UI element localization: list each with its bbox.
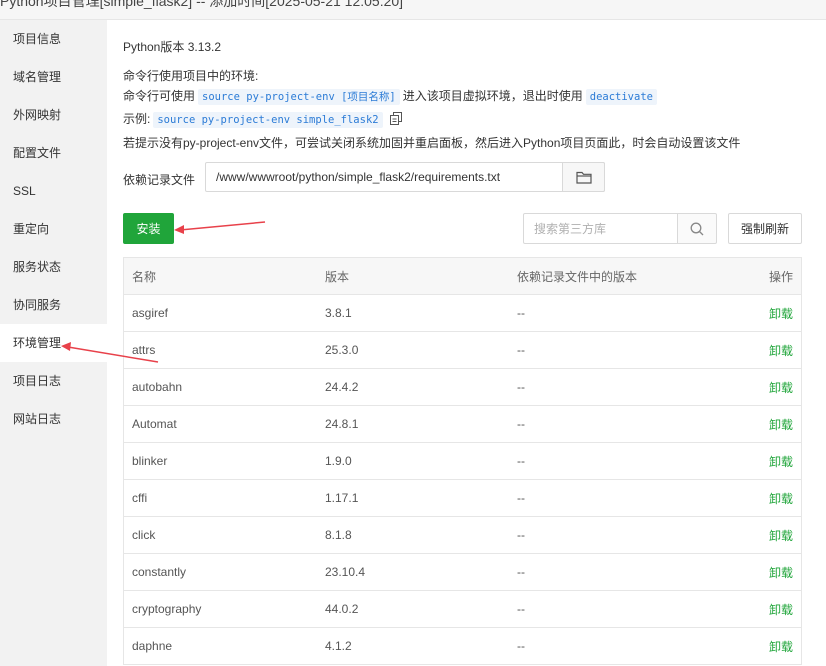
- table-row: asgiref 3.8.1 -- 卸载: [124, 295, 801, 332]
- sidebar-item-env-management[interactable]: 环境管理: [0, 324, 107, 362]
- header-version: 版本: [325, 269, 350, 284]
- uninstall-link[interactable]: 卸载: [754, 416, 801, 433]
- package-version: 3.8.1: [325, 306, 352, 320]
- table-row: autobahn 24.4.2 -- 卸载: [124, 369, 801, 406]
- package-name: click: [132, 528, 156, 542]
- package-version: 8.1.8: [325, 528, 352, 542]
- table-row: cffi 1.17.1 -- 卸载: [124, 480, 801, 517]
- search-icon: [690, 222, 704, 235]
- package-name: autobahn: [132, 380, 183, 394]
- example-line: 示例: source py-project-env simple_flask2: [123, 110, 403, 128]
- window-titlebar: Python项目管理[simple_flask2] -- 添加时间[2025-0…: [0, 0, 826, 20]
- deps-path-input[interactable]: [205, 162, 605, 192]
- cmd-usage-line: 命令行可使用 source py-project-env [项目名称] 进入该项目虚…: [123, 87, 660, 105]
- uninstall-link[interactable]: 卸载: [754, 601, 801, 618]
- table-row: blinker 1.9.0 -- 卸载: [124, 443, 801, 480]
- deactivate-code: deactivate: [585, 89, 657, 105]
- package-version: 1.9.0: [325, 454, 352, 468]
- package-req-version: --: [517, 565, 525, 579]
- table-row: click 8.1.8 -- 卸载: [124, 517, 801, 554]
- table-row: Automat 24.8.1 -- 卸载: [124, 406, 801, 443]
- sidebar-item-external-mapping[interactable]: 外网映射: [0, 96, 107, 134]
- package-req-version: --: [517, 306, 525, 320]
- sidebar-item-ssl[interactable]: SSL: [0, 172, 107, 210]
- deps-label: 依赖记录文件: [123, 173, 196, 187]
- sidebar-item-project-info[interactable]: 项目信息: [0, 20, 107, 58]
- package-name: daphne: [132, 639, 173, 653]
- folder-button[interactable]: [562, 162, 605, 192]
- package-req-version: --: [517, 417, 525, 431]
- sidebar-item-project-log[interactable]: 项目日志: [0, 362, 107, 400]
- package-name: asgiref: [132, 306, 169, 320]
- header-req-version: 依赖记录文件中的版本: [517, 269, 638, 284]
- table-row: attrs 25.3.0 -- 卸载: [124, 332, 801, 369]
- sidebar-item-domain[interactable]: 域名管理: [0, 58, 107, 96]
- package-name: cffi: [132, 491, 148, 505]
- cmd-prefix: 命令行可使用: [123, 89, 196, 103]
- example-label: 示例:: [123, 112, 151, 126]
- table-header: 名称 版本 依赖记录文件中的版本 操作: [124, 258, 801, 295]
- force-refresh-button[interactable]: 强制刷新: [728, 213, 802, 244]
- package-name: Automat: [132, 417, 177, 431]
- uninstall-link[interactable]: 卸载: [754, 490, 801, 507]
- cmd-middle: 进入该项目虚拟环境，退出时使用: [402, 89, 583, 103]
- uninstall-link[interactable]: 卸载: [754, 564, 801, 581]
- window-title: Python项目管理[simple_flask2] -- 添加时间[2025-0…: [0, 0, 404, 9]
- sidebar-item-collab-service[interactable]: 协同服务: [0, 286, 107, 324]
- table-row: daphne 4.1.2 -- 卸载: [124, 628, 801, 665]
- package-version: 24.4.2: [325, 380, 359, 394]
- example-code: source py-project-env simple_flask2: [153, 112, 383, 128]
- cmd-code: source py-project-env [项目名称]: [198, 89, 400, 105]
- env-heading: 命令行使用项目中的环境:: [123, 69, 259, 83]
- package-name: constantly: [132, 565, 187, 579]
- main-panel: Python版本 3.13.2 命令行使用项目中的环境: 命令行可使用 sourc…: [107, 20, 826, 666]
- package-req-version: --: [517, 380, 525, 394]
- package-req-version: --: [517, 491, 525, 505]
- package-version: 24.8.1: [325, 417, 359, 431]
- copy-icon[interactable]: [389, 111, 403, 128]
- package-search-input[interactable]: [523, 213, 679, 244]
- sidebar-item-service-status[interactable]: 服务状态: [0, 248, 107, 286]
- package-req-version: --: [517, 639, 525, 653]
- uninstall-link[interactable]: 卸载: [754, 342, 801, 359]
- sidebar: 项目信息 域名管理 外网映射 配置文件 SSL 重定向 服务状态 协同服务 环境…: [0, 20, 107, 666]
- folder-icon: [575, 171, 592, 184]
- package-version: 25.3.0: [325, 343, 359, 357]
- install-button[interactable]: 安装: [123, 213, 174, 244]
- notice-text: 若提示没有py-project-env文件，可尝试关闭系统加固并重启面板，然后进…: [123, 136, 741, 150]
- package-req-version: --: [517, 528, 525, 542]
- package-table: 名称 版本 依赖记录文件中的版本 操作 asgiref 3.8.1 -- 卸载 …: [123, 257, 802, 665]
- package-name: blinker: [132, 454, 168, 468]
- uninstall-link[interactable]: 卸载: [754, 305, 801, 322]
- package-version: 1.17.1: [325, 491, 359, 505]
- python-version: Python版本 3.13.2: [123, 40, 222, 54]
- header-name: 名称: [132, 269, 157, 284]
- uninstall-link[interactable]: 卸载: [754, 638, 801, 655]
- sidebar-item-site-log[interactable]: 网站日志: [0, 400, 107, 438]
- uninstall-link[interactable]: 卸载: [754, 453, 801, 470]
- package-version: 44.0.2: [325, 602, 359, 616]
- uninstall-link[interactable]: 卸载: [754, 379, 801, 396]
- package-name: attrs: [132, 343, 156, 357]
- search-button[interactable]: [677, 213, 717, 244]
- package-req-version: --: [517, 602, 525, 616]
- table-row: cryptography 44.0.2 -- 卸载: [124, 591, 801, 628]
- package-req-version: --: [517, 454, 525, 468]
- table-row: constantly 23.10.4 -- 卸载: [124, 554, 801, 591]
- package-req-version: --: [517, 343, 525, 357]
- header-action: 操作: [768, 269, 793, 284]
- uninstall-link[interactable]: 卸载: [754, 527, 801, 544]
- sidebar-item-config-file[interactable]: 配置文件: [0, 134, 107, 172]
- package-version: 4.1.2: [325, 639, 352, 653]
- sidebar-item-redirect[interactable]: 重定向: [0, 210, 107, 248]
- package-name: cryptography: [132, 602, 202, 616]
- package-version: 23.10.4: [325, 565, 366, 579]
